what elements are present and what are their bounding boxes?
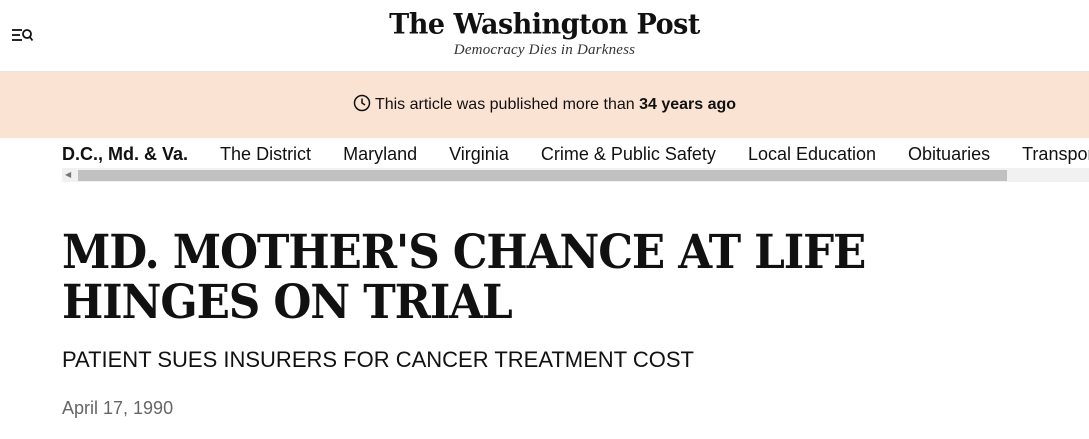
nav-item-the-district[interactable]: The District xyxy=(220,143,311,165)
archive-notice: This article was published more than 34 … xyxy=(0,94,1089,115)
archive-notice-text: This article was published more than xyxy=(374,96,635,113)
nav-item-crime-public-safety[interactable]: Crime & Public Safety xyxy=(541,143,716,165)
clock-icon xyxy=(353,94,371,112)
article-date: April 17, 1990 xyxy=(62,398,174,418)
scroll-left-icon[interactable]: ◀ xyxy=(65,170,73,180)
site-tagline: Democracy Dies in Darkness xyxy=(453,42,636,58)
site-header: The Washington Post Democracy Dies in Da… xyxy=(0,0,1089,72)
article-headline: MD. MOTHER'S CHANCE AT LIFE HINGES ON TR… xyxy=(62,225,866,330)
nav-item-maryland[interactable]: Maryland xyxy=(343,143,417,165)
nav-scrollbar[interactable]: ◀ xyxy=(62,168,1089,182)
nav-item-obituaries[interactable]: Obituaries xyxy=(908,143,990,165)
nav-item-dc-md-va[interactable]: D.C., Md. & Va. xyxy=(62,143,188,165)
nav-scrollbar-thumb[interactable] xyxy=(78,170,1007,181)
nav-item-virginia[interactable]: Virginia xyxy=(449,143,509,165)
section-nav-items: D.C., Md. & Va. The District Maryland Vi… xyxy=(62,143,1089,165)
nav-item-local-education[interactable]: Local Education xyxy=(748,143,876,165)
section-nav: D.C., Md. & Va. The District Maryland Vi… xyxy=(0,138,1089,186)
masthead: The Washington Post Democracy Dies in Da… xyxy=(0,8,1089,59)
nav-item-transportation[interactable]: Transportation xyxy=(1022,143,1089,165)
site-logo[interactable]: The Washington Post xyxy=(389,7,700,43)
archive-notice-age: 34 years ago xyxy=(639,96,737,113)
article-subheadline: PATIENT SUES INSURERS FOR CANCER TREATME… xyxy=(62,347,694,372)
archive-notice-banner: This article was published more than 34 … xyxy=(0,72,1089,138)
